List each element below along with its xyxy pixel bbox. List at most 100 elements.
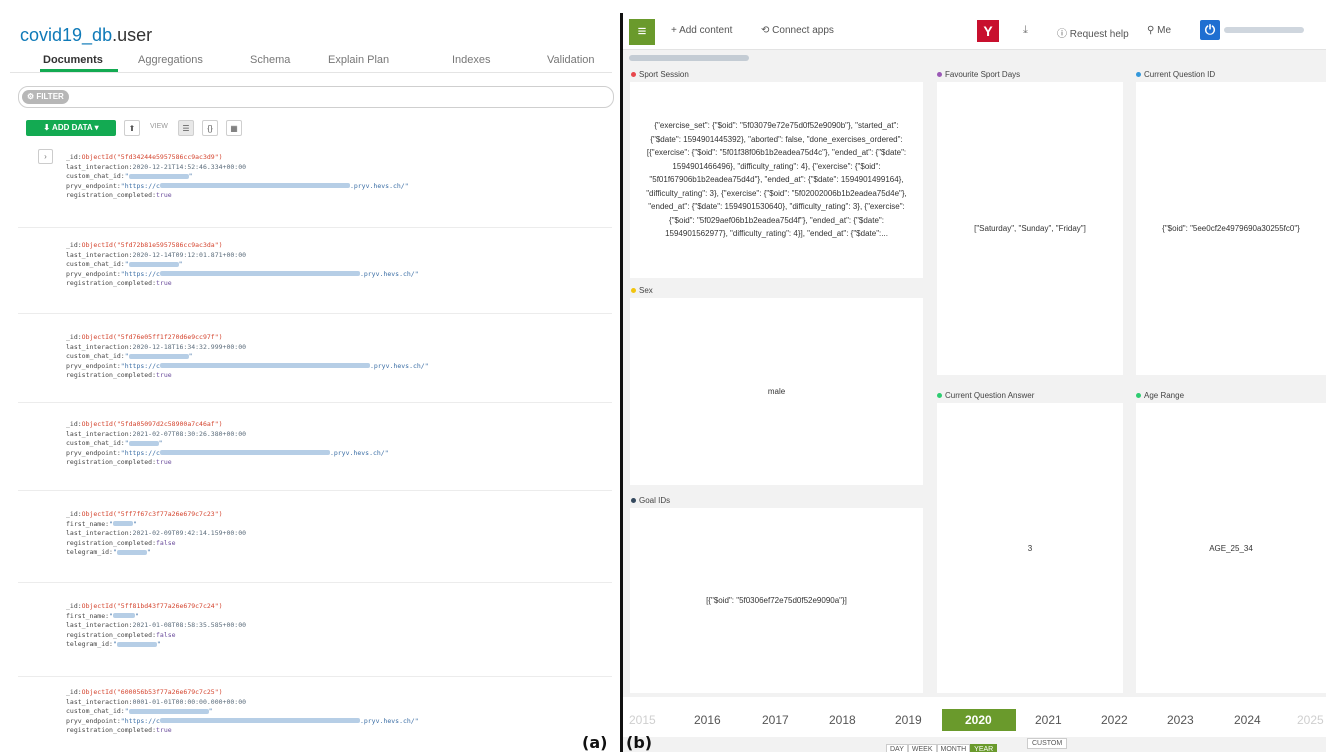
tab-validation[interactable]: Validation <box>547 54 595 66</box>
table-view-icon[interactable]: ▦ <box>226 120 242 136</box>
goal-ids-card[interactable]: [{"$oid": "5f0306ef72e75d0f52e9090a"}] <box>630 508 923 693</box>
request-help-label: Request help <box>1069 29 1129 40</box>
custom-range-button[interactable]: CUSTOM <box>1027 738 1068 749</box>
sport-session-value: {"exercise_set": {"$oid": "5f03079e72e75… <box>646 121 907 239</box>
card-label-age-range: Age Range <box>1136 391 1184 400</box>
document-fields: _id:ObjectId("5ff7f67c3f77a26e679c7c23")… <box>66 510 247 556</box>
granularity-month[interactable]: MONTH <box>936 744 971 752</box>
filter-pill: ⚙ FILTER <box>22 90 69 104</box>
dot-icon <box>631 72 636 78</box>
expand-icon[interactable]: › <box>38 149 53 164</box>
sex-value: male <box>767 387 786 396</box>
tab-schema[interactable]: Schema <box>250 54 290 66</box>
age-range-card[interactable]: AGE_25_34 <box>1136 403 1326 693</box>
year-2018[interactable]: 2018 <box>829 713 856 727</box>
document-card[interactable]: _id:ObjectId("5fd76e05ff1f270d6e9cc97f")… <box>18 318 612 403</box>
tab-aggregations[interactable]: Aggregations <box>138 54 203 66</box>
dashboard-toolbar: ≡ + Add content ⟲ Connect apps Y ⤓ ⓘ Req… <box>623 13 1326 50</box>
current-question-answer-value: 3 <box>1027 543 1033 553</box>
document-fields: _id:ObjectId("5fd34244e5957586cc9ac3d9")… <box>66 153 409 199</box>
user-icon: ⚲ <box>1147 25 1155 36</box>
dot-icon <box>937 72 942 78</box>
current-question-id-value: {"$oid": "5ee0cf2e4979690a30255fc0"} <box>1162 224 1300 233</box>
add-data-button[interactable]: ⬇ ADD DATA ▾ <box>26 120 116 136</box>
documents-toolbar: ⬇ ADD DATA ▾ ⬆ VIEW ☰ {} ▦ <box>26 120 326 136</box>
card-label-sex: Sex <box>631 286 653 295</box>
tab-explain-plan[interactable]: Explain Plan <box>328 54 389 66</box>
sex-card[interactable]: male <box>630 298 923 485</box>
document-card[interactable]: _id:ObjectId("5ff81bd43f77a26e679c7c24")… <box>18 586 612 677</box>
view-label: VIEW <box>150 123 168 130</box>
connect-apps-label: Connect apps <box>772 25 834 36</box>
dashboard-panel: ≡ + Add content ⟲ Connect apps Y ⤓ ⓘ Req… <box>623 13 1326 752</box>
document-fields: _id:ObjectId("5fd76e05ff1f270d6e9cc97f")… <box>66 333 429 379</box>
connect-apps-button[interactable]: ⟲ Connect apps <box>761 25 834 36</box>
granularity-day[interactable]: DAY <box>886 744 908 752</box>
year-2017[interactable]: 2017 <box>762 713 789 727</box>
document-card[interactable]: › _id:ObjectId("5fd34244e5957586cc9ac3d9… <box>18 145 612 228</box>
me-label: Me <box>1157 25 1172 36</box>
year-2024[interactable]: 2024 <box>1234 713 1261 727</box>
download-icon[interactable]: ⤓ <box>1023 24 1028 37</box>
year-2023[interactable]: 2023 <box>1167 713 1194 727</box>
year-2022[interactable]: 2022 <box>1101 713 1128 727</box>
document-fields: _id:ObjectId("600056b53f77a26e679c7c25")… <box>66 688 419 734</box>
year-timeline: 2015 2016 2017 2018 2019 2020 2021 2022 … <box>623 697 1326 737</box>
card-label-current-question-answer: Current Question Answer <box>937 391 1034 400</box>
favourite-sport-days-value: ["Saturday", "Sunday", "Friday"] <box>974 224 1086 233</box>
add-content-button[interactable]: + Add content <box>671 25 732 36</box>
help-icon: ⓘ <box>1057 29 1067 40</box>
document-card[interactable]: _id:ObjectId("600056b53f77a26e679c7c25")… <box>18 680 612 752</box>
granularity-week[interactable]: WEEK <box>907 744 937 752</box>
export-icon[interactable]: ⬆ <box>124 120 140 136</box>
year-2015[interactable]: 2015 <box>629 713 656 727</box>
collection-tabs: Documents Aggregations Schema Explain Pl… <box>10 50 612 73</box>
document-card[interactable]: _id:ObjectId("5fda05097d2c58900a7c46af")… <box>18 406 612 491</box>
dot-icon <box>1136 72 1141 78</box>
database-name[interactable]: covid19_db <box>20 25 112 45</box>
goal-ids-value: [{"$oid": "5f0306ef72e75d0f52e9090a"}] <box>706 596 847 605</box>
granularity-selector: DAY WEEK MONTH YEAR <box>886 738 998 752</box>
age-range-value: AGE_25_34 <box>1209 543 1253 553</box>
card-label-favourite-sport-days: Favourite Sport Days <box>937 70 1020 79</box>
view-toggle-group: ☰ {} ▦ <box>178 120 250 136</box>
sport-session-card[interactable]: {"exercise_set": {"$oid": "5f03079e72e75… <box>630 82 923 278</box>
list-view-icon[interactable]: ☰ <box>178 120 194 136</box>
year-2021[interactable]: 2021 <box>1035 713 1062 727</box>
granularity-year[interactable]: YEAR <box>970 744 998 752</box>
card-label-current-question-id: Current Question ID <box>1136 70 1215 79</box>
filter-input[interactable]: ⚙ FILTER <box>18 86 614 108</box>
add-data-label: ADD DATA <box>52 123 93 132</box>
tab-indexes[interactable]: Indexes <box>452 54 491 66</box>
current-question-id-card[interactable]: {"$oid": "5ee0cf2e4979690a30255fc0"} <box>1136 82 1326 375</box>
request-help-button[interactable]: ⓘ Request help <box>1057 25 1129 40</box>
tab-documents[interactable]: Documents <box>43 54 103 66</box>
dot-icon <box>631 498 636 504</box>
current-question-answer-card[interactable]: 3 <box>937 403 1123 693</box>
card-label-sport-session: Sport Session <box>631 70 689 79</box>
year-2020[interactable]: 2020 <box>965 713 992 727</box>
breadcrumb <box>629 55 749 61</box>
menu-icon[interactable]: ≡ <box>629 19 655 45</box>
card-label-goal-ids: Goal IDs <box>631 496 670 505</box>
compass-panel: covid19_db.user Documents Aggregations S… <box>0 0 620 752</box>
document-fields: _id:ObjectId("5ff81bd43f77a26e679c7c24")… <box>66 602 247 648</box>
document-fields: _id:ObjectId("5fda05097d2c58900a7c46af")… <box>66 420 389 466</box>
active-tab-indicator <box>40 69 118 72</box>
y-logo[interactable]: Y <box>977 20 999 42</box>
year-2016[interactable]: 2016 <box>694 713 721 727</box>
dot-icon <box>937 393 942 399</box>
username[interactable] <box>1224 27 1304 33</box>
caption-a: (a) <box>582 733 608 752</box>
filter-label: FILTER <box>36 92 64 101</box>
document-card[interactable]: _id:ObjectId("5ff7f67c3f77a26e679c7c23")… <box>18 494 612 583</box>
me-button[interactable]: ⚲ Me <box>1147 25 1171 36</box>
year-2025[interactable]: 2025 <box>1297 713 1324 727</box>
connect-apps-icon: ⟲ <box>761 25 770 36</box>
favourite-sport-days-card[interactable]: ["Saturday", "Sunday", "Friday"] <box>937 82 1123 375</box>
json-view-icon[interactable]: {} <box>202 120 218 136</box>
year-2019[interactable]: 2019 <box>895 713 922 727</box>
power-icon[interactable]: ⏻ <box>1200 20 1220 40</box>
document-card[interactable]: _id:ObjectId("5fd72b81e5957586cc9ac3da")… <box>18 233 612 314</box>
caption-b: (b) <box>626 733 653 752</box>
